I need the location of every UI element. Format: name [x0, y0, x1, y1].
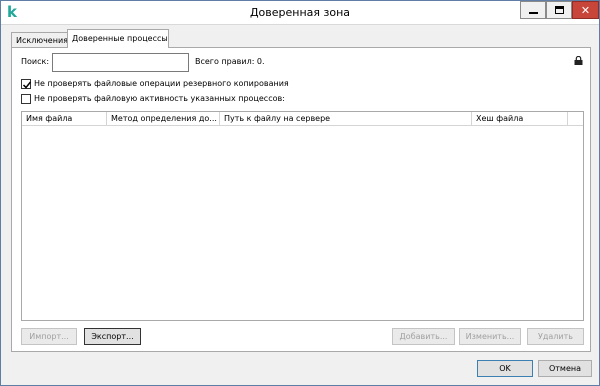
maximize-button[interactable] [546, 1, 572, 19]
minimize-icon [528, 12, 538, 14]
import-button[interactable]: Импорт... [21, 328, 77, 345]
backup-checkbox-label: Не проверять файловые операции резервног… [34, 79, 289, 88]
delete-button[interactable]: Удалить [527, 328, 584, 345]
tab-exclusions[interactable]: Исключения [11, 32, 68, 48]
column-header-file-hash[interactable]: Хеш файла [472, 112, 568, 126]
edit-button[interactable]: Изменить... [459, 328, 521, 345]
process-activity-checkbox-label: Не проверять файловую активность указанн… [34, 94, 285, 103]
column-header-detection-method[interactable]: Метод определения до... [107, 112, 220, 126]
minimize-button[interactable] [520, 1, 546, 19]
ok-button[interactable]: OK [477, 360, 533, 377]
add-button[interactable]: Добавить... [392, 328, 455, 345]
checkmark-icon [22, 81, 32, 89]
lock-icon [574, 56, 583, 65]
backup-checkbox[interactable] [21, 79, 32, 89]
title-bar: k Доверенная зона ✕ [1, 1, 599, 25]
close-icon: ✕ [580, 3, 591, 17]
export-button[interactable]: Экспорт... [84, 328, 141, 345]
column-header-server-path[interactable]: Путь к файлу на сервере [220, 112, 472, 126]
trusted-zone-window: k Доверенная зона ✕ Исключения Доверенны… [0, 0, 600, 386]
maximize-icon [554, 6, 564, 14]
tab-trusted-processes[interactable]: Доверенные процессы [67, 29, 169, 48]
window-title: Доверенная зона [249, 6, 351, 19]
search-input[interactable] [52, 53, 189, 72]
column-header-file-name[interactable]: Имя файла [22, 112, 107, 126]
table-header: Имя файла Метод определения до... Путь к… [22, 112, 583, 126]
process-activity-checkbox[interactable] [21, 94, 31, 104]
cancel-button[interactable]: Отмена [538, 360, 592, 377]
close-button[interactable]: ✕ [572, 1, 599, 19]
trusted-processes-table[interactable]: Имя файла Метод определения до... Путь к… [21, 111, 584, 321]
rules-total-label: Всего правил: 0. [195, 57, 265, 66]
search-label: Поиск: [21, 57, 50, 66]
